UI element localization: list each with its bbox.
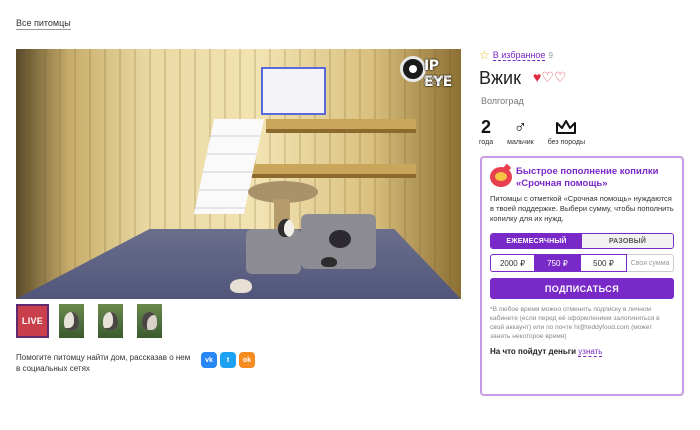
cat-thumb-figure bbox=[142, 312, 157, 330]
cat-thumb-figure bbox=[103, 312, 118, 330]
amount-option-500[interactable]: 500 ₽ bbox=[581, 254, 627, 272]
donation-title: Быстрое пополнение копилки «Срочная помо… bbox=[516, 166, 659, 189]
amount-option-750[interactable]: 750 ₽ bbox=[535, 254, 581, 272]
breadcrumb-all-pets[interactable]: Все питомцы bbox=[16, 18, 71, 30]
donation-header: Быстрое пополнение копилки «Срочная помо… bbox=[490, 166, 674, 190]
subscribe-button[interactable]: ПОДПИСАТЬСЯ bbox=[490, 278, 674, 299]
amount-options: 2000 ₽ 750 ₽ 500 ₽ Своя сумма bbox=[490, 254, 674, 272]
age-value: 2 bbox=[481, 117, 492, 137]
twitter-share-icon[interactable]: t bbox=[220, 352, 236, 368]
social-share-buttons: vk t ok bbox=[201, 352, 255, 368]
cat-figure bbox=[230, 279, 252, 293]
cat-box bbox=[261, 67, 326, 115]
thumbnail-photo[interactable] bbox=[98, 304, 123, 338]
stat-sex: ♂ мальчик bbox=[507, 116, 534, 146]
odnoklassniki-share-icon[interactable]: ok bbox=[239, 352, 255, 368]
donation-description: Питомцы с отметкой «Срочная помощь» нужд… bbox=[490, 194, 674, 223]
payment-frequency-toggle: ЕЖЕМЕСЯЧНЫЙ РАЗОВЫЙ bbox=[490, 233, 674, 249]
thumbnail-live[interactable]: LIVE bbox=[16, 304, 49, 338]
custom-amount-input[interactable]: Своя сумма bbox=[627, 254, 674, 272]
crown-icon bbox=[554, 116, 578, 138]
live-label: LIVE bbox=[21, 316, 44, 326]
favorites-link[interactable]: В избранное bbox=[492, 50, 546, 61]
where-money-label: На что пойдут деньги bbox=[490, 347, 577, 356]
shelf bbox=[266, 119, 416, 133]
thumbnail-photo[interactable] bbox=[59, 304, 84, 338]
amount-option-2000[interactable]: 2000 ₽ bbox=[490, 254, 535, 272]
shelf bbox=[246, 164, 416, 178]
pet-rating-hearts: ♥ ♡ ♡ bbox=[533, 70, 566, 84]
heart-outline-icon: ♡ bbox=[553, 69, 567, 85]
tab-monthly[interactable]: ЕЖЕМЕСЯЧНЫЙ bbox=[491, 234, 582, 248]
donation-card: Быстрое пополнение копилки «Срочная помо… bbox=[480, 156, 684, 396]
age-label: года bbox=[479, 139, 494, 146]
sex-label: мальчик bbox=[507, 139, 534, 146]
learn-more-link[interactable]: узнать bbox=[578, 347, 603, 357]
cat-stairs bbox=[193, 119, 265, 214]
where-money-goes: На что пойдут деньги узнать bbox=[490, 347, 674, 357]
piggy-bank-icon bbox=[490, 167, 512, 187]
watermark-text: IP EYE bbox=[424, 58, 452, 90]
star-icon: ☆ bbox=[479, 48, 490, 62]
cat-figure bbox=[278, 219, 294, 237]
cat-thumb-figure bbox=[64, 312, 79, 330]
pet-stats: 2 года ♂ мальчик без породы bbox=[479, 116, 599, 146]
camera-watermark-logo: IP EYE ВИДЕО ЭТО ПРОСТО bbox=[400, 56, 456, 90]
cat-house bbox=[246, 229, 301, 274]
cat-house bbox=[301, 214, 376, 269]
stat-breed: без породы bbox=[548, 116, 585, 146]
watermark-subtext: ВИДЕО ЭТО ПРОСТО bbox=[424, 75, 450, 85]
share-prompt: Помогите питомцу найти дом, рассказав о … bbox=[16, 353, 191, 373]
favorites-count: 9 bbox=[548, 50, 553, 60]
tab-once[interactable]: РАЗОВЫЙ bbox=[582, 234, 673, 248]
pet-name: Вжик bbox=[479, 68, 521, 88]
stat-age: 2 года bbox=[479, 116, 493, 146]
male-icon: ♂ bbox=[513, 117, 528, 137]
photo-thumbnails: LIVE bbox=[16, 304, 162, 338]
vk-share-icon[interactable]: vk bbox=[201, 352, 217, 368]
heart-outline-icon: ♡ bbox=[541, 69, 554, 85]
breed-label: без породы bbox=[547, 139, 585, 146]
camera-eye-icon bbox=[400, 56, 426, 82]
add-to-favorites[interactable]: ☆ В избранное 9 bbox=[479, 49, 553, 61]
cat-house-hole bbox=[329, 230, 351, 248]
thumbnail-photo[interactable] bbox=[137, 304, 162, 338]
pet-photo-main[interactable]: IP EYE ВИДЕО ЭТО ПРОСТО bbox=[16, 49, 461, 299]
heart-filled-icon: ♥ bbox=[533, 69, 542, 85]
pet-city: Волгоград bbox=[481, 96, 524, 106]
cat-figure bbox=[321, 257, 337, 267]
subscription-note: *В любое время можно отменить подписку в… bbox=[490, 306, 660, 340]
